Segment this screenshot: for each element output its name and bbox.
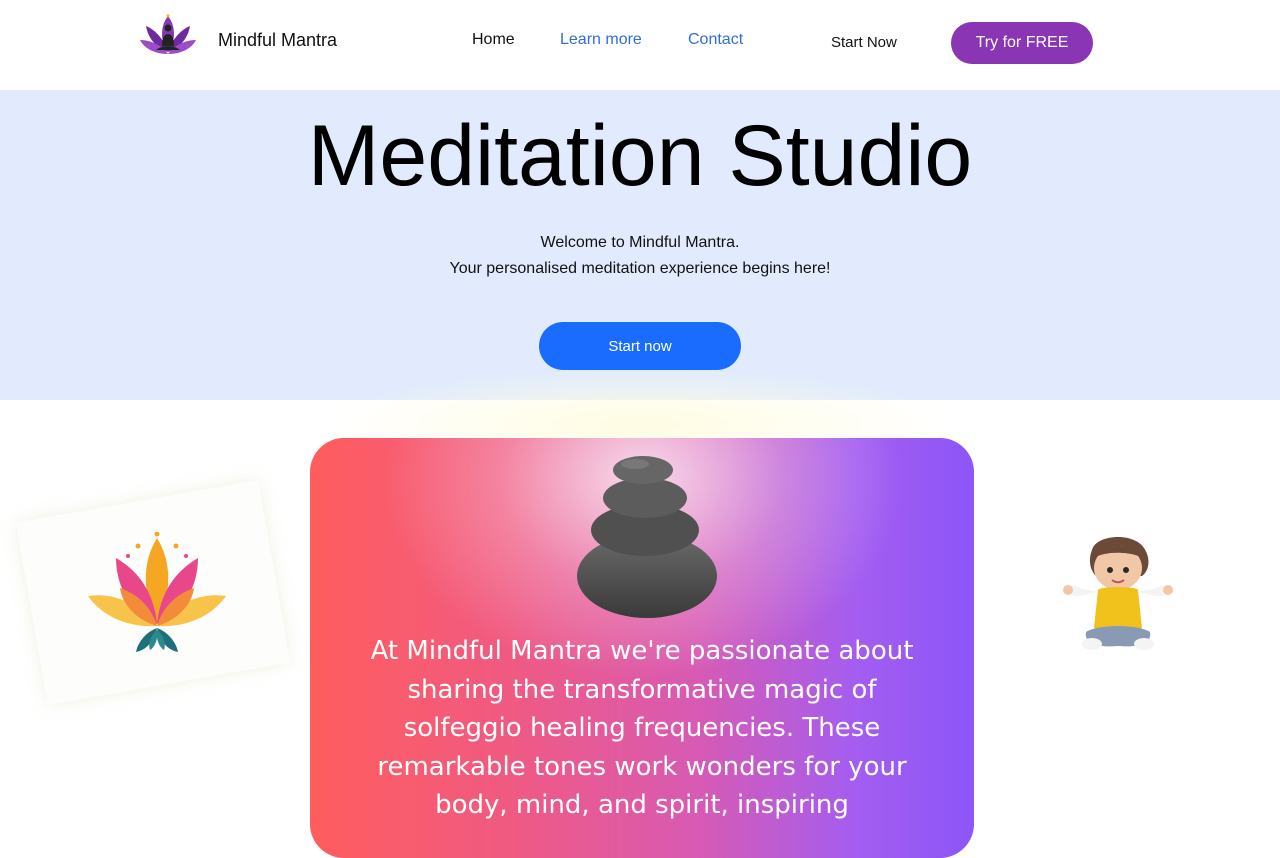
lotus-flower-icon [88, 532, 226, 652]
page-title: Meditation Studio [307, 108, 973, 204]
hero-subtitle: Your personalised meditation experience … [449, 260, 831, 277]
meditating-boy-icon [1063, 536, 1173, 650]
nav-start-now-link[interactable]: Start Now [831, 34, 897, 51]
about-text: At Mindful Mantra we're passionate about… [370, 636, 914, 820]
stacked-stones-icon [577, 456, 717, 618]
nav-home-link[interactable]: Home [472, 31, 515, 49]
brand-name: Mindful Mantra [218, 30, 338, 50]
nav-contact-link[interactable]: Contact [688, 31, 743, 49]
top-navigation-bar: Mindful Mantra Home Learn more Contact S… [0, 0, 1280, 90]
about-card: At Mindful Mantra we're passionate about… [310, 438, 974, 858]
hero-start-now-button[interactable]: Start now [539, 322, 741, 370]
try-for-free-button[interactable]: Try for FREE [951, 22, 1093, 64]
hero-welcome-text: Welcome to Mindful Mantra. [540, 234, 740, 251]
lotus-meditation-logo-icon[interactable] [140, 12, 196, 58]
nav-learn-more-link[interactable]: Learn more [560, 31, 642, 49]
